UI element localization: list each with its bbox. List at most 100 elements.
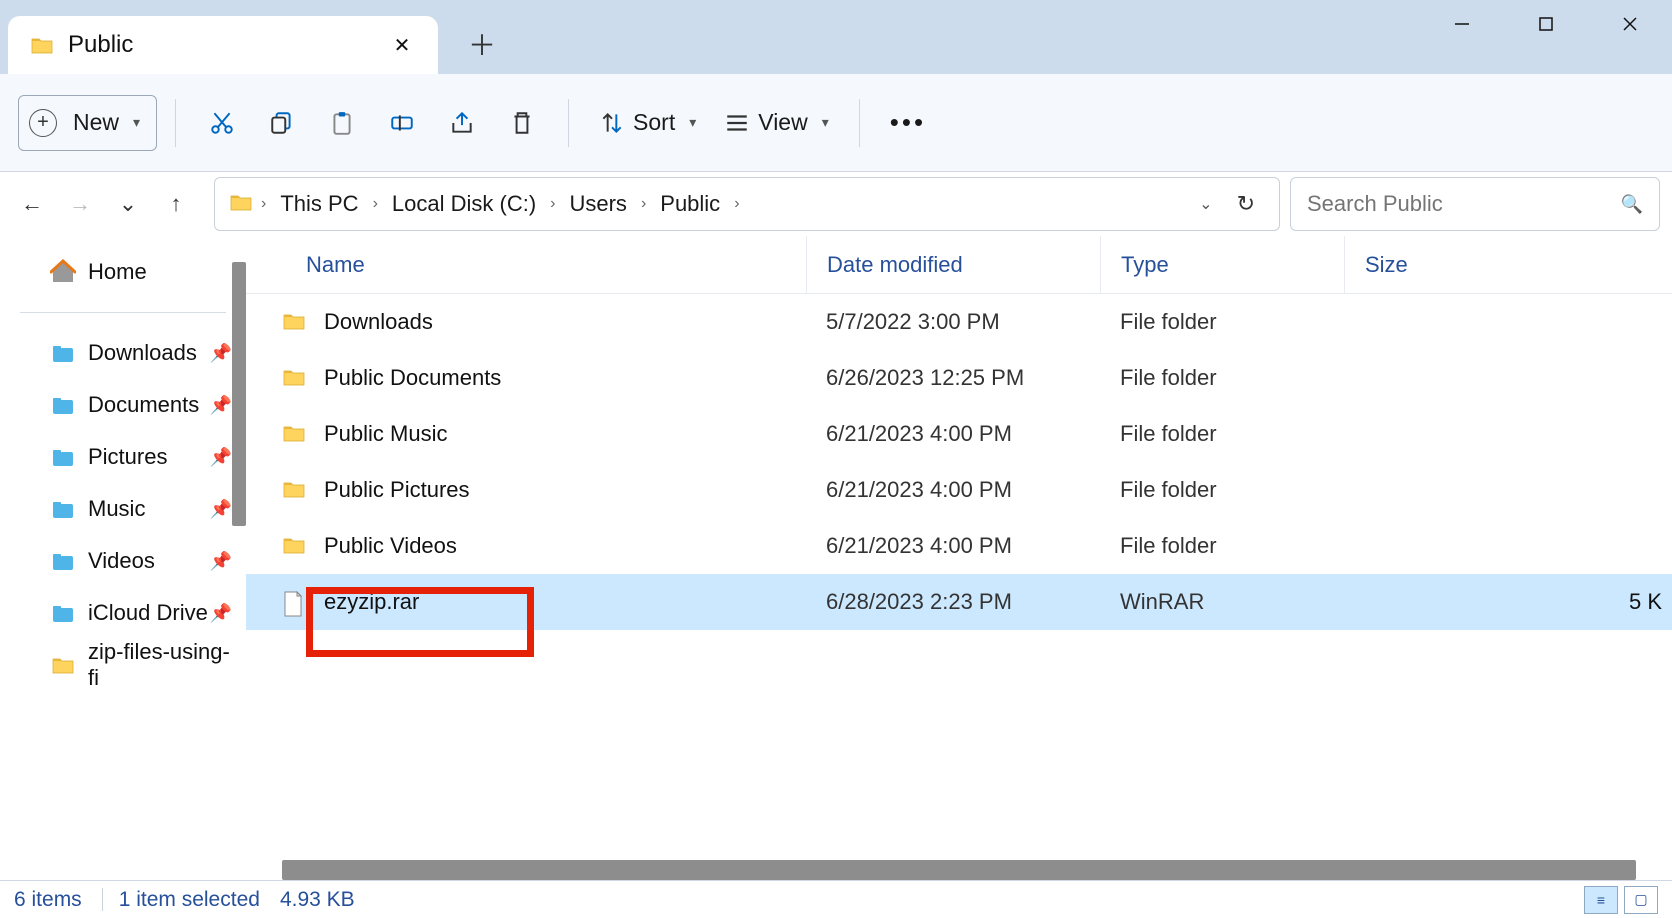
file-modified: 5/7/2022 3:00 PM (806, 309, 1100, 335)
maximize-button[interactable] (1504, 0, 1588, 48)
plus-icon: + (29, 109, 57, 137)
sidebar-item[interactable]: Music📌 (0, 483, 246, 535)
navigation-row: ← → ⌄ ↑ › This PC › Local Disk (C:) › Us… (0, 172, 1672, 236)
file-row[interactable]: Public Videos6/21/2023 4:00 PMFile folde… (246, 518, 1672, 574)
breadcrumb-item[interactable]: Local Disk (C:) (386, 187, 542, 221)
file-name: Public Music (324, 421, 447, 447)
sidebar-scrollbar[interactable] (232, 262, 246, 526)
view-icon (724, 110, 750, 136)
thumbnails-view-button[interactable]: ▢ (1624, 886, 1658, 914)
sort-button[interactable]: Sort ▾ (587, 95, 708, 151)
details-view-button[interactable]: ≡ (1584, 886, 1618, 914)
chevron-down-icon: ▾ (689, 114, 696, 131)
window-tab[interactable]: Public ✕ (8, 16, 438, 74)
folder-icon (282, 423, 310, 445)
sidebar-item[interactable]: zip-files-using-fi (0, 639, 246, 691)
address-bar[interactable]: › This PC › Local Disk (C:) › Users › Pu… (214, 177, 1280, 231)
folder-icon (50, 496, 76, 522)
sidebar-item-label: Downloads (88, 340, 197, 366)
breadcrumb-item[interactable]: This PC (274, 187, 364, 221)
file-type: File folder (1100, 309, 1344, 335)
rename-button[interactable] (374, 95, 430, 151)
file-row[interactable]: Downloads 5/7/2022 3:00 PMFile folder (246, 294, 1672, 350)
horizontal-scrollbar[interactable] (282, 860, 1636, 880)
file-name: Public Documents (324, 365, 501, 391)
pin-icon: 📌 (210, 499, 232, 520)
pin-icon: 📌 (210, 343, 232, 364)
new-tab-button[interactable]: ＋ (458, 20, 506, 68)
forward-button[interactable]: → (60, 184, 100, 224)
folder-icon (229, 192, 253, 217)
status-bar: 6 items 1 item selected 4.93 KB ≡ ▢ (0, 880, 1672, 918)
recent-locations-button[interactable]: ⌄ (108, 184, 148, 224)
home-icon (50, 259, 76, 285)
breadcrumb-item[interactable]: Users (563, 187, 632, 221)
file-type: WinRAR (1100, 589, 1344, 615)
search-box[interactable]: 🔍 (1290, 177, 1660, 231)
address-dropdown[interactable]: ⌄ (1193, 188, 1218, 220)
column-headers: Name⌃ Date modified Type Size (246, 236, 1672, 294)
cut-button[interactable] (194, 95, 250, 151)
more-button[interactable]: ••• (878, 95, 938, 151)
status-selected: 1 item selected (102, 888, 260, 910)
sidebar-item[interactable]: Documents 📌 (0, 379, 246, 431)
view-switch: ≡ ▢ (1584, 886, 1658, 914)
sidebar-item[interactable]: Downloads 📌 (0, 327, 246, 379)
file-name: Public Videos (324, 533, 457, 559)
copy-button[interactable] (254, 95, 310, 151)
toolbar: + New ▾ Sort ▾ View ▾ ••• (0, 74, 1672, 172)
share-button[interactable] (434, 95, 490, 151)
ellipsis-icon: ••• (890, 107, 926, 138)
file-modified: 6/21/2023 4:00 PM (806, 477, 1100, 503)
file-row[interactable]: Public Music6/21/2023 4:00 PMFile folder (246, 406, 1672, 462)
pin-icon: 📌 (210, 603, 232, 624)
file-list: Name⌃ Date modified Type Size Downloads 5… (246, 236, 1672, 880)
up-button[interactable]: ↑ (156, 184, 196, 224)
file-modified: 6/26/2023 12:25 PM (806, 365, 1100, 391)
sidebar-item-label: iCloud Drive (88, 600, 208, 626)
new-button[interactable]: + New ▾ (18, 95, 157, 151)
folder-icon (50, 600, 76, 626)
file-modified: 6/28/2023 2:23 PM (806, 589, 1100, 615)
back-button[interactable]: ← (12, 184, 52, 224)
file-size: 5 K (1344, 589, 1672, 615)
sidebar-item-label: Documents (88, 392, 199, 418)
file-row[interactable]: Public Pictures6/21/2023 4:00 PMFile fol… (246, 462, 1672, 518)
search-input[interactable] (1307, 191, 1621, 217)
pin-icon: 📌 (210, 395, 232, 416)
column-type[interactable]: Type (1100, 236, 1344, 293)
sidebar-item[interactable]: Videos📌 (0, 535, 246, 587)
minimize-button[interactable] (1420, 0, 1504, 48)
sidebar-item[interactable]: Pictures📌 (0, 431, 246, 483)
file-type: File folder (1100, 365, 1344, 391)
column-modified[interactable]: Date modified (806, 236, 1100, 293)
sidebar: Home Downloads📌Documents📌Pictures📌Music📌… (0, 236, 246, 880)
sidebar-home[interactable]: Home (0, 246, 246, 298)
sort-icon (599, 110, 625, 136)
breadcrumb-item[interactable]: Public (654, 187, 726, 221)
delete-button[interactable] (494, 95, 550, 151)
search-icon[interactable]: 🔍 (1621, 194, 1643, 215)
paste-button[interactable] (314, 95, 370, 151)
folder-icon (282, 535, 310, 557)
column-name[interactable]: Name⌃ (246, 236, 806, 293)
file-modified: 6/21/2023 4:00 PM (806, 533, 1100, 559)
folder-icon (50, 340, 76, 366)
file-name: Public Pictures (324, 477, 470, 503)
status-count: 6 items (14, 888, 82, 912)
status-size: 4.93 KB (280, 888, 355, 912)
file-row[interactable]: ezyzip.rar6/28/2023 2:23 PMWinRAR5 K (246, 574, 1672, 630)
title-bar: Public ✕ ＋ (0, 0, 1672, 74)
folder-icon (282, 367, 310, 389)
close-tab-button[interactable]: ✕ (384, 27, 420, 63)
column-size[interactable]: Size (1344, 236, 1672, 293)
file-row[interactable]: Public Documents 6/26/2023 12:25 PMFile f… (246, 350, 1672, 406)
sidebar-item-label: Pictures (88, 444, 167, 470)
refresh-button[interactable]: ↻ (1227, 185, 1265, 223)
close-window-button[interactable] (1588, 0, 1672, 48)
file-name: Downloads (324, 309, 433, 335)
view-button[interactable]: View ▾ (712, 95, 840, 151)
tab-title: Public (68, 31, 384, 59)
chevron-down-icon: ▾ (822, 114, 829, 131)
sidebar-item[interactable]: iCloud Drive📌 (0, 587, 246, 639)
